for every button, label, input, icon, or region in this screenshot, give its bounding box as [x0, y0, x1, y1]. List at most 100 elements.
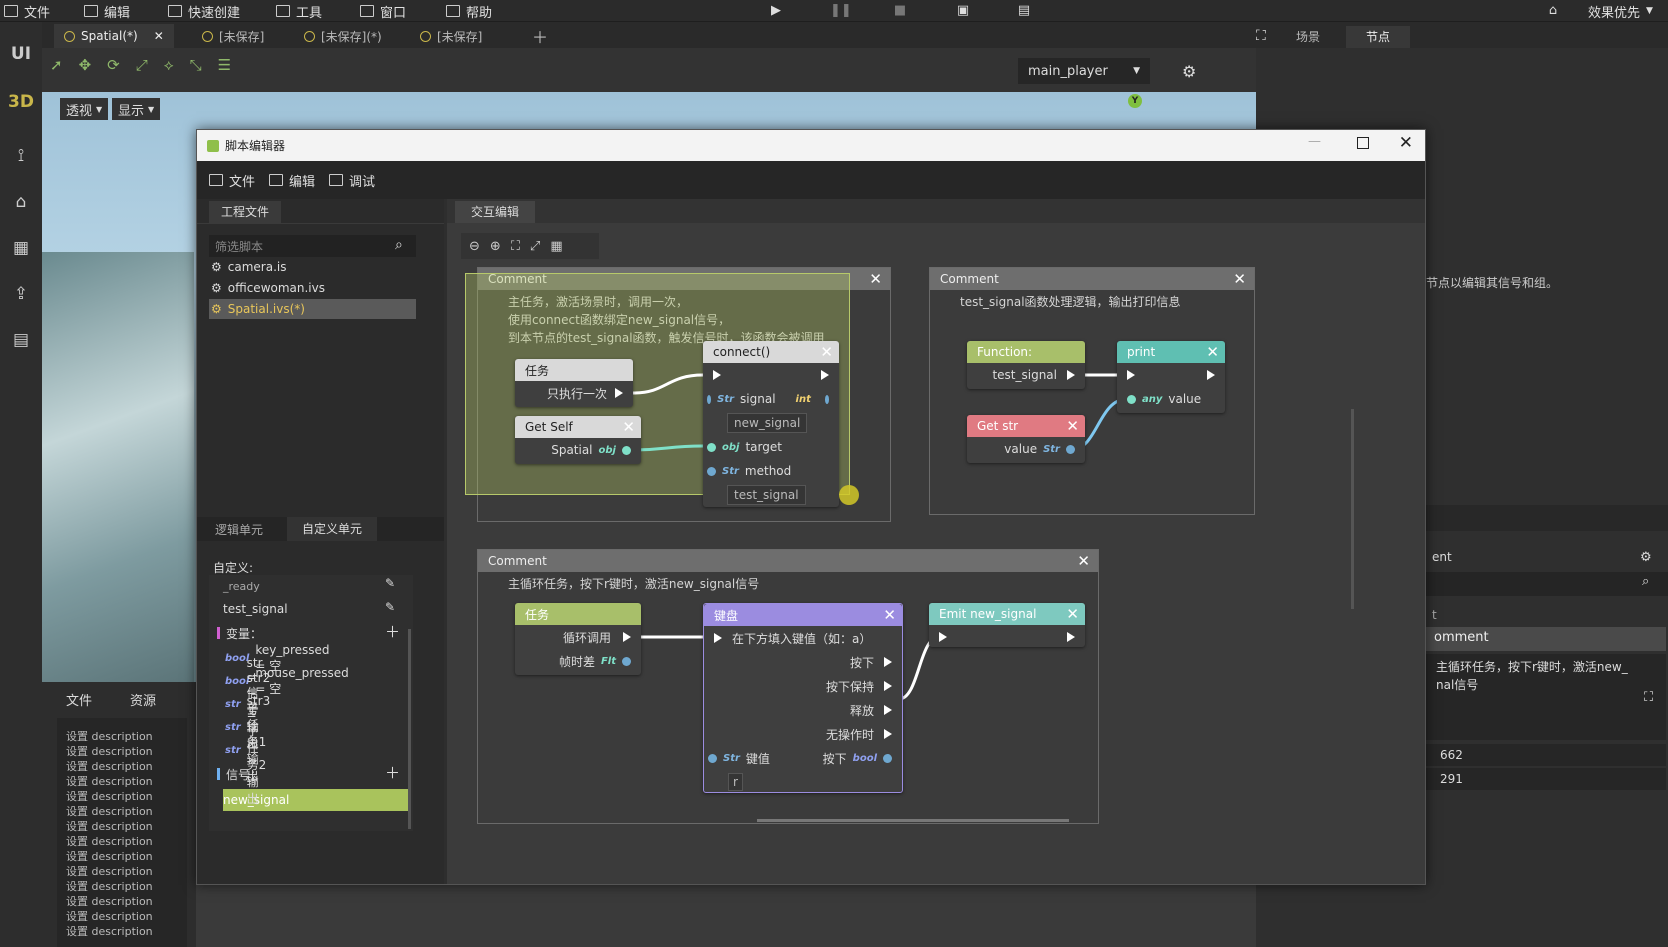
node-keyboard[interactable]: 键盘 ✕ 在下方填入键值（如：a） 按下 按下保持 释放 无操作时 Str 键值 按下… — [703, 603, 903, 793]
close-icon[interactable]: ✕ — [154, 29, 164, 43]
player-select[interactable]: main_player ▼ — [1018, 58, 1150, 84]
gizmo-y-axis[interactable]: Y — [1128, 94, 1142, 108]
variable-item[interactable]: bool mouse_pressed = 空 — [225, 666, 349, 696]
menu-tools[interactable]: 工具 — [276, 2, 322, 21]
node-function[interactable]: Function: test_signal — [967, 341, 1085, 389]
node-get-self[interactable]: Get Self ✕ Spatial obj — [515, 416, 641, 464]
file-item[interactable]: ⚙ camera.is — [211, 257, 286, 277]
menu-file[interactable]: 文件 — [4, 2, 50, 21]
maximize-icon[interactable] — [1357, 137, 1369, 149]
tab-unsaved-3[interactable]: [未保存] — [410, 24, 492, 48]
data-out-pin[interactable] — [1066, 444, 1075, 454]
exec-in-pin[interactable] — [939, 632, 947, 642]
tab-file[interactable]: 文件 — [66, 690, 92, 709]
node-print[interactable]: print ✕ any value — [1117, 341, 1225, 413]
tab-logic-units[interactable]: 逻辑单元 — [215, 521, 263, 538]
menu-window[interactable]: 窗口 — [360, 2, 406, 21]
path-icon[interactable]: ⟟ — [0, 146, 42, 166]
play-custom-icon[interactable]: ▤ — [1016, 4, 1032, 18]
file-item-selected[interactable]: ⚙ Spatial.ivs(*) — [209, 299, 416, 319]
pencil-icon[interactable]: ✎ — [385, 600, 395, 614]
exec-out-pin[interactable] — [623, 632, 631, 642]
menu-help[interactable]: 帮助 — [446, 2, 492, 21]
vertical-scrollbar[interactable] — [1351, 409, 1354, 609]
menu-quick-create[interactable]: 快速创建 — [168, 2, 240, 21]
play-icon[interactable]: ▶ — [768, 4, 784, 18]
close-icon[interactable]: ✕ — [622, 418, 635, 436]
quality-dropdown[interactable]: 效果优先 ▼ — [1588, 2, 1653, 21]
filter-script-input[interactable]: 筛选脚本 — [209, 235, 416, 257]
display-dropdown[interactable]: 显示 ▼ — [112, 98, 161, 120]
exec-out-pin[interactable] — [884, 705, 892, 715]
node-get-str[interactable]: Get str ✕ value Str — [967, 415, 1085, 463]
graduation-icon[interactable]: ⌂ — [1545, 4, 1561, 18]
node-emit-signal[interactable]: Emit new_signal ✕ — [929, 603, 1085, 647]
position-x-field[interactable]: 662 — [1426, 744, 1666, 766]
key-value-field[interactable]: r — [728, 773, 743, 791]
editor-menu-file[interactable]: 文件 — [209, 171, 255, 190]
editor-menu-edit[interactable]: 编辑 — [269, 171, 315, 190]
pause-icon[interactable]: ❚❚ — [830, 4, 852, 18]
exec-out-pin[interactable] — [1207, 370, 1215, 380]
menu-edit[interactable]: 编辑 — [84, 2, 130, 21]
expand-icon[interactable]: ⛶ — [1644, 690, 1653, 705]
tab-custom-units[interactable]: 自定义单元 — [287, 517, 377, 541]
exec-out-pin[interactable] — [1067, 632, 1075, 642]
editor-menu-debug[interactable]: 调试 — [329, 171, 375, 190]
asset-icon[interactable]: ▦ — [0, 238, 42, 258]
variable-item[interactable]: str str3 = 子任务2输出 — [225, 694, 270, 806]
node-task-loop[interactable]: 任务 循环调用 帧时差 Flt — [515, 603, 641, 675]
exec-in-pin[interactable] — [1127, 370, 1135, 380]
ui-mode-button[interactable]: UI — [0, 44, 42, 64]
signal-name-field[interactable]: new_signal — [727, 413, 808, 433]
stop-icon[interactable]: ■ — [892, 4, 908, 18]
data-in-pin[interactable] — [707, 394, 712, 404]
exec-out-pin[interactable] — [615, 388, 623, 398]
exec-in-pin[interactable] — [714, 633, 722, 643]
close-icon[interactable]: ✕ — [1066, 417, 1079, 435]
tab-project-files[interactable]: 工程文件 — [209, 201, 281, 223]
exec-out-pin[interactable] — [1067, 370, 1075, 380]
3d-mode-button[interactable]: 3D — [0, 92, 42, 112]
close-icon[interactable]: ✕ — [1066, 605, 1079, 623]
tab-node[interactable]: 节点 — [1346, 26, 1410, 48]
graph-canvas[interactable]: 交互编辑 ⊖ ⊕ ⛶ ⤢ ▦ Comment ✕ 主任务，激活场景时，调用一次， 使用co… — [447, 199, 1425, 884]
data-in-pin[interactable] — [1127, 394, 1136, 404]
data-out-pin[interactable] — [824, 394, 829, 404]
node-connect[interactable]: connect() ✕ Str signal int new_signal obj ta… — [703, 341, 839, 507]
tab-resources[interactable]: 资源 — [130, 690, 156, 709]
docs-icon[interactable]: ▤ — [0, 330, 42, 350]
close-icon[interactable]: ✕ — [1206, 343, 1219, 361]
tab-scene[interactable]: 场景 — [1278, 26, 1338, 48]
scene-select-icon[interactable]: ⛶ — [1256, 28, 1266, 44]
exec-out-pin[interactable] — [884, 681, 892, 691]
method-name-field[interactable]: test_signal — [727, 485, 806, 505]
inspector-search[interactable] — [1426, 572, 1668, 596]
store-icon[interactable]: ⌂ — [0, 192, 42, 212]
tab-unsaved-2[interactable]: [未保存](*) — [294, 24, 392, 48]
data-out-pin[interactable] — [622, 656, 631, 666]
exec-out-pin[interactable] — [821, 370, 829, 380]
add-tab-icon[interactable]: ＋ — [522, 24, 558, 48]
comment-text-field[interactable]: 主循环任务，按下r键时，激活new_ nal信号 — [1426, 654, 1666, 740]
exec-out-pin[interactable] — [884, 657, 892, 667]
scrollbar[interactable] — [408, 629, 411, 829]
search-icon[interactable]: ⌕ — [1642, 574, 1649, 589]
perspective-dropdown[interactable]: 透视 ▼ — [60, 98, 109, 120]
add-variable-icon[interactable]: ＋ — [385, 621, 400, 642]
data-in-pin[interactable] — [707, 442, 716, 452]
transform-tools-icon[interactable]: ➚✥⟳⤢⟡⤡☰ — [50, 56, 247, 74]
node-task-once[interactable]: 任务 只执行一次 — [515, 359, 633, 407]
position-y-field[interactable]: 291 — [1426, 768, 1666, 790]
play-scene-icon[interactable]: ▣ — [955, 4, 971, 18]
tab-spatial[interactable]: Spatial(*) ✕ — [54, 24, 174, 48]
exec-in-pin[interactable] — [713, 370, 721, 380]
search-icon[interactable]: ⌕ — [395, 237, 403, 253]
data-out-pin[interactable] — [622, 445, 631, 455]
function-item[interactable]: test_signal — [223, 599, 288, 619]
pencil-icon[interactable]: ✎ — [385, 576, 395, 590]
exec-out-pin[interactable] — [884, 729, 892, 739]
close-icon[interactable]: ✕ — [1399, 133, 1413, 153]
horizontal-scrollbar[interactable] — [757, 819, 1069, 822]
close-icon[interactable]: ✕ — [883, 606, 896, 624]
